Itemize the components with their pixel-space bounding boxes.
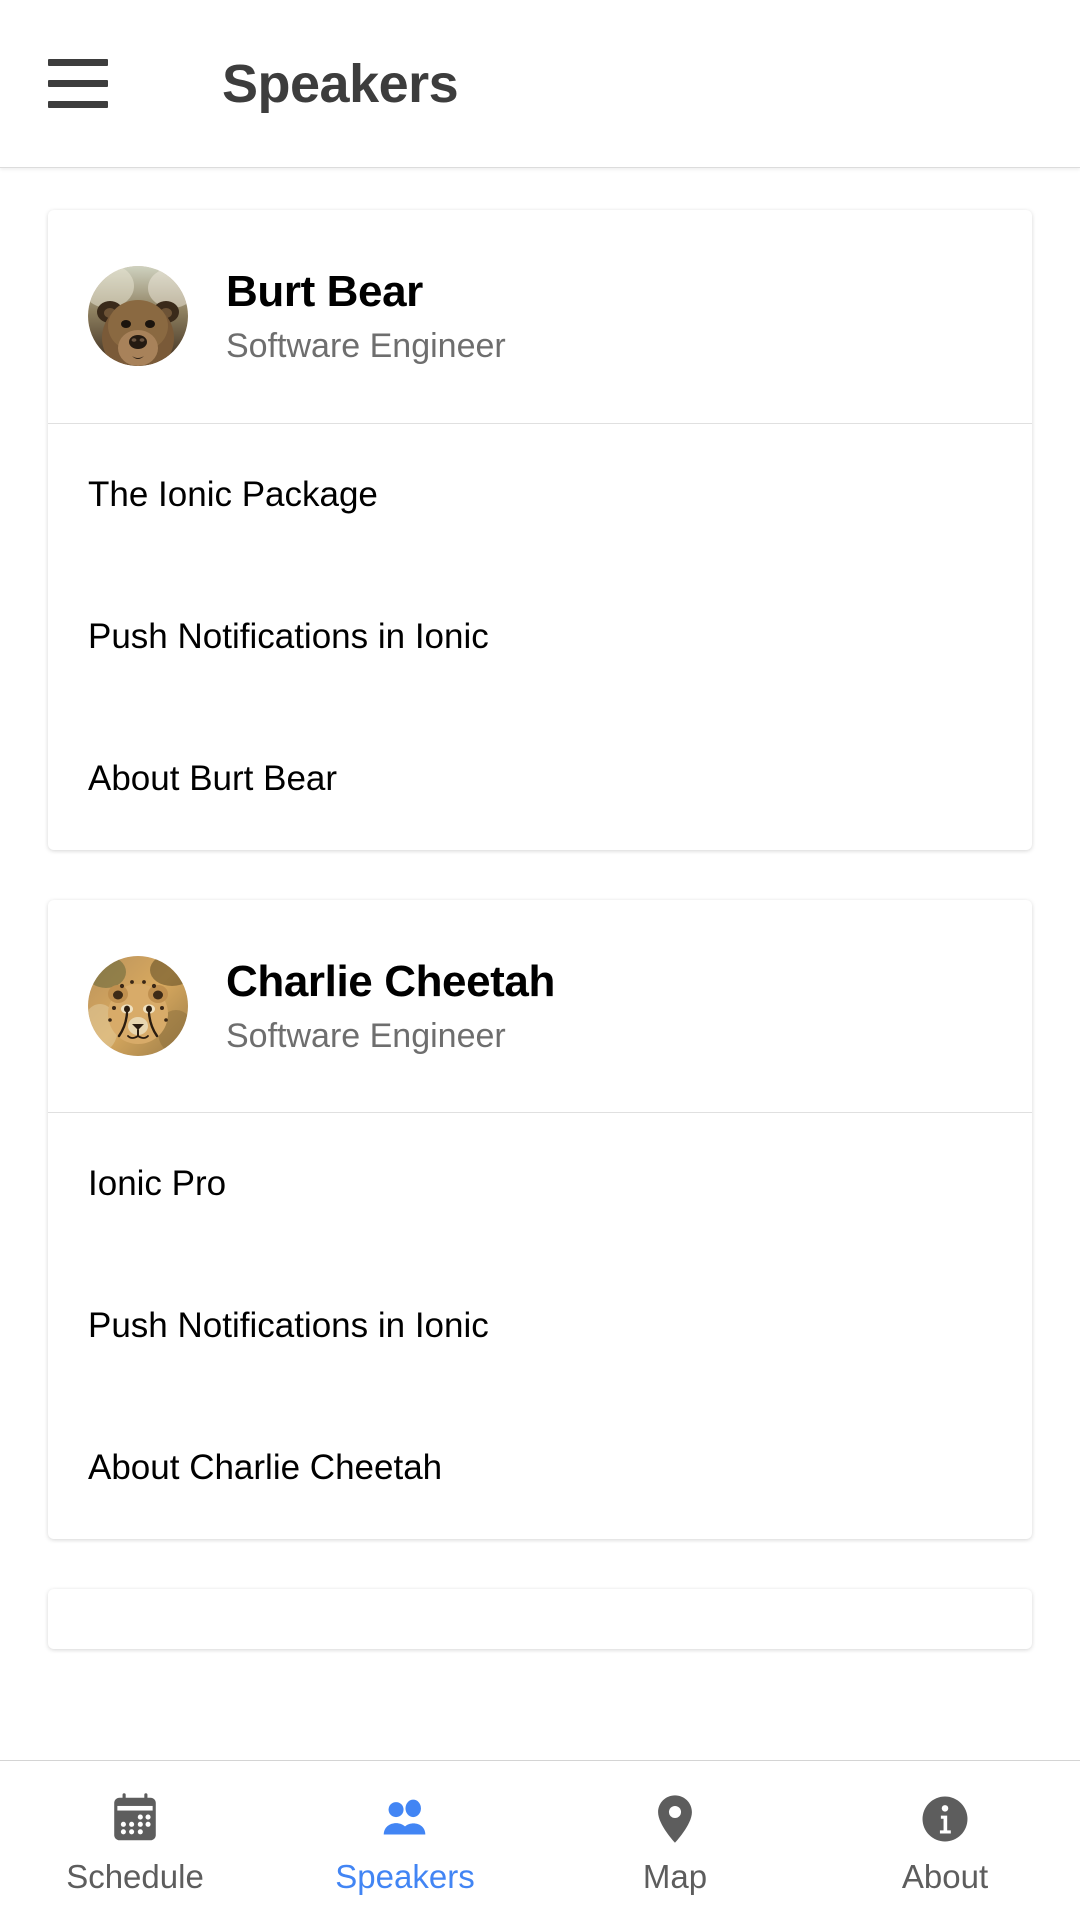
speakers-list: Burt Bear Software Engineer The Ionic Pa… [0,168,1080,1760]
speaker-title: Software Engineer [226,1016,506,1055]
session-list: The Ionic Package Push Notifications in … [48,424,1032,850]
tab-about[interactable]: About [810,1761,1080,1920]
cheetah-avatar [88,956,188,1057]
session-list: Ionic Pro Push Notifications in Ionic Ab… [48,1113,1032,1539]
session-item[interactable]: Push Notifications in Ionic [48,1255,1032,1397]
bear-avatar [88,266,188,367]
tab-map[interactable]: Map [540,1761,810,1920]
speaker-title: Software Engineer [226,326,506,365]
tab-schedule[interactable]: Schedule [0,1761,270,1920]
hamburger-menu-icon[interactable] [48,54,112,114]
speaker-card: Charlie Cheetah Software Engineer Ionic … [48,899,1032,1540]
menu-bar-2 [48,80,108,87]
speaker-name: Burt Bear [226,267,423,316]
location-pin-icon [644,1788,706,1850]
info-circle-icon [914,1788,976,1850]
session-item[interactable]: Push Notifications in Ionic [48,566,1032,708]
speaker-header[interactable]: Burt Bear Software Engineer [48,210,1032,424]
speaker-card-partial[interactable] [48,1589,1032,1650]
session-item[interactable]: The Ionic Package [48,424,1032,566]
tab-label: Map [642,1858,708,1895]
session-item[interactable]: Ionic Pro [48,1113,1032,1255]
session-item[interactable]: About Burt Bear [48,708,1032,850]
speaker-header[interactable]: Charlie Cheetah Software Engineer [48,900,1032,1114]
bottom-tab-bar: Schedule Speakers Map About [0,1760,1080,1920]
app-header: Speakers [0,0,1080,168]
speaker-name: Charlie Cheetah [226,956,555,1006]
speakers-page: Speakers Burt Bear Software Engineer The… [0,0,1080,1920]
tab-speakers[interactable]: Speakers [270,1761,540,1920]
tab-label: Speakers [335,1858,475,1895]
page-title: Speakers [222,53,459,114]
people-icon [374,1788,436,1850]
menu-bar-3 [48,101,108,108]
speaker-info: Charlie Cheetah Software Engineer [226,956,555,1057]
menu-bar-1 [48,59,108,66]
calendar-icon [104,1788,166,1850]
session-item[interactable]: About Charlie Cheetah [48,1397,1032,1539]
tab-label: Schedule [66,1858,204,1895]
speaker-info: Burt Bear Software Engineer [226,266,506,367]
speaker-card: Burt Bear Software Engineer The Ionic Pa… [48,210,1032,850]
tab-label: About [901,1858,989,1895]
